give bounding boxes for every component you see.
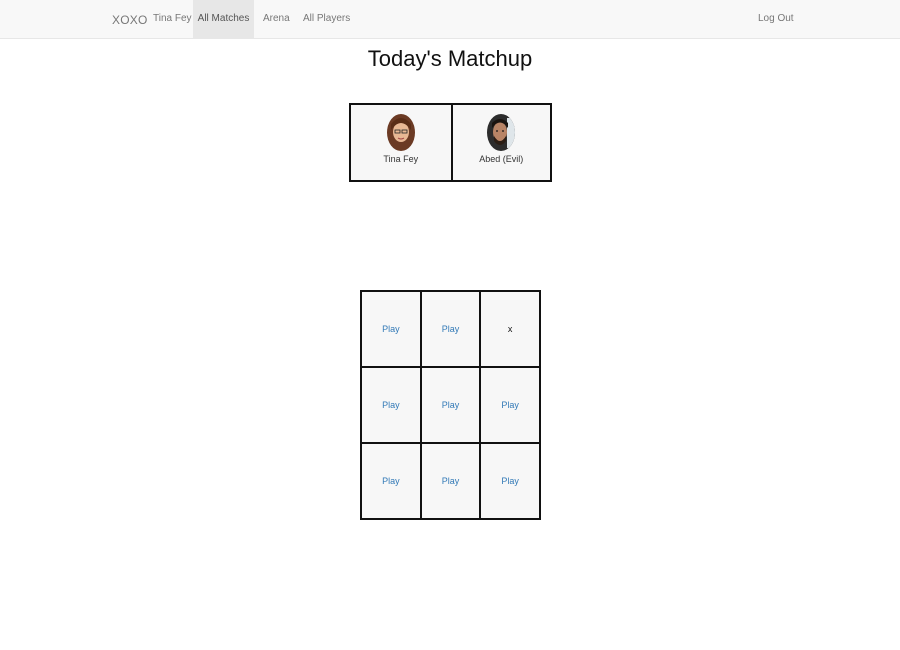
- brand-logo[interactable]: XOXO: [112, 0, 147, 38]
- play-link[interactable]: Play: [382, 400, 400, 410]
- player-avatar-tina-fey: [386, 114, 415, 151]
- play-link[interactable]: Play: [501, 476, 519, 486]
- board-cell-6[interactable]: Play: [362, 444, 422, 520]
- nav-arena[interactable]: Arena: [263, 0, 290, 38]
- play-link[interactable]: Play: [442, 400, 460, 410]
- x-mark: x: [507, 324, 513, 334]
- player-card-2: Abed (Evil): [450, 105, 551, 180]
- board-cell-5[interactable]: Play: [481, 368, 541, 444]
- board-cell-0[interactable]: Play: [362, 292, 422, 368]
- logout-link[interactable]: Log Out: [758, 0, 794, 38]
- board-cell-8[interactable]: Play: [481, 444, 541, 520]
- play-link[interactable]: Play: [442, 324, 460, 334]
- board-cell-4[interactable]: Play: [421, 368, 482, 444]
- player-name: Tina Fey: [383, 154, 419, 164]
- player-card-1: Tina Fey: [351, 105, 451, 180]
- player-name: Abed (Evil): [479, 154, 524, 164]
- page-title: Today's Matchup: [367, 46, 533, 71]
- play-link[interactable]: Play: [382, 476, 400, 486]
- play-link[interactable]: Play: [442, 476, 460, 486]
- top-navbar: XOXO Tina Fey All Matches Arena All Play…: [0, 0, 900, 39]
- play-link[interactable]: Play: [382, 324, 400, 334]
- board-cell-7[interactable]: Play: [421, 444, 482, 520]
- board-cell-3[interactable]: Play: [362, 368, 422, 444]
- matchup-panel: Tina Fey Abed (Evil): [349, 103, 552, 182]
- player-avatar-abed-evil: [487, 114, 516, 151]
- play-link[interactable]: Play: [501, 400, 519, 410]
- nav-current-user[interactable]: Tina Fey: [153, 0, 192, 38]
- board-cell-2: x: [481, 292, 541, 368]
- nav-all-players[interactable]: All Players: [303, 0, 350, 38]
- game-board: Play Play x Play Play Play Play Play Pla…: [360, 290, 541, 520]
- nav-all-matches[interactable]: All Matches: [193, 0, 254, 38]
- board-cell-1[interactable]: Play: [421, 292, 482, 368]
